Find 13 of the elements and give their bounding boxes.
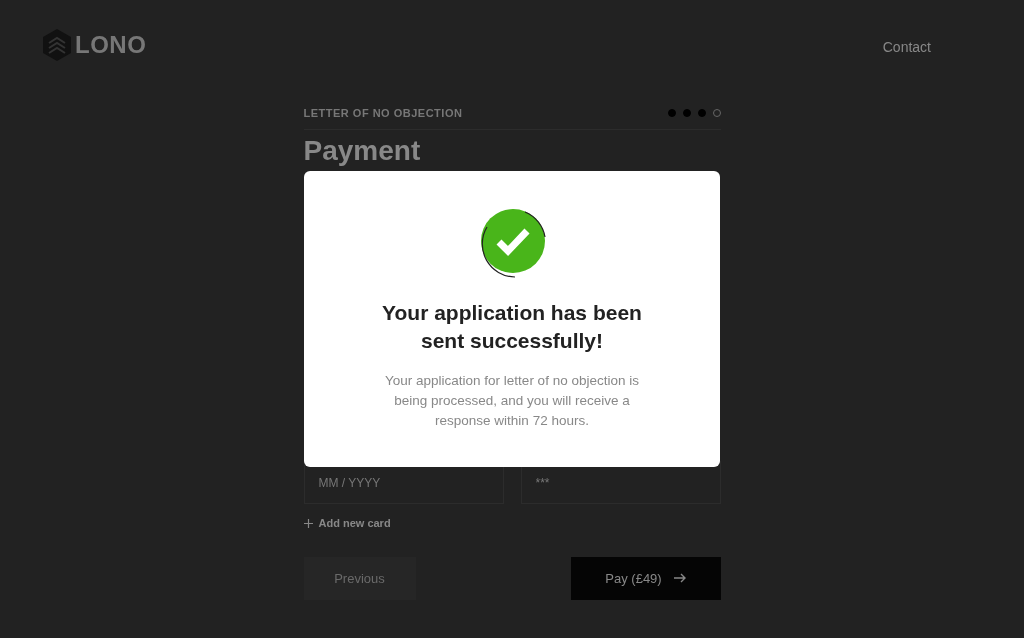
dialog-message: Your application for letter of no objection is being processed, and you will receive a response within 72 hours. bbox=[384, 372, 640, 430]
pay-button[interactable]: Pay (£49) bbox=[570, 556, 721, 600]
add-card-label: Add new card bbox=[318, 517, 391, 529]
page-title: Payment bbox=[303, 136, 422, 166]
step-label: LETTER OF NO OBJECTION bbox=[303, 107, 463, 119]
add-card-link[interactable]: Add new card bbox=[303, 517, 391, 529]
nav-link[interactable]: Contact bbox=[882, 39, 931, 55]
hexagon-chevron-icon bbox=[42, 28, 72, 62]
plus-icon bbox=[303, 518, 313, 528]
arrow-right-icon bbox=[673, 573, 686, 583]
dialog-title: Your application has been sent successfully! bbox=[381, 300, 643, 354]
logo-text: LONO bbox=[75, 31, 147, 59]
logo[interactable]: LONO bbox=[42, 28, 147, 62]
